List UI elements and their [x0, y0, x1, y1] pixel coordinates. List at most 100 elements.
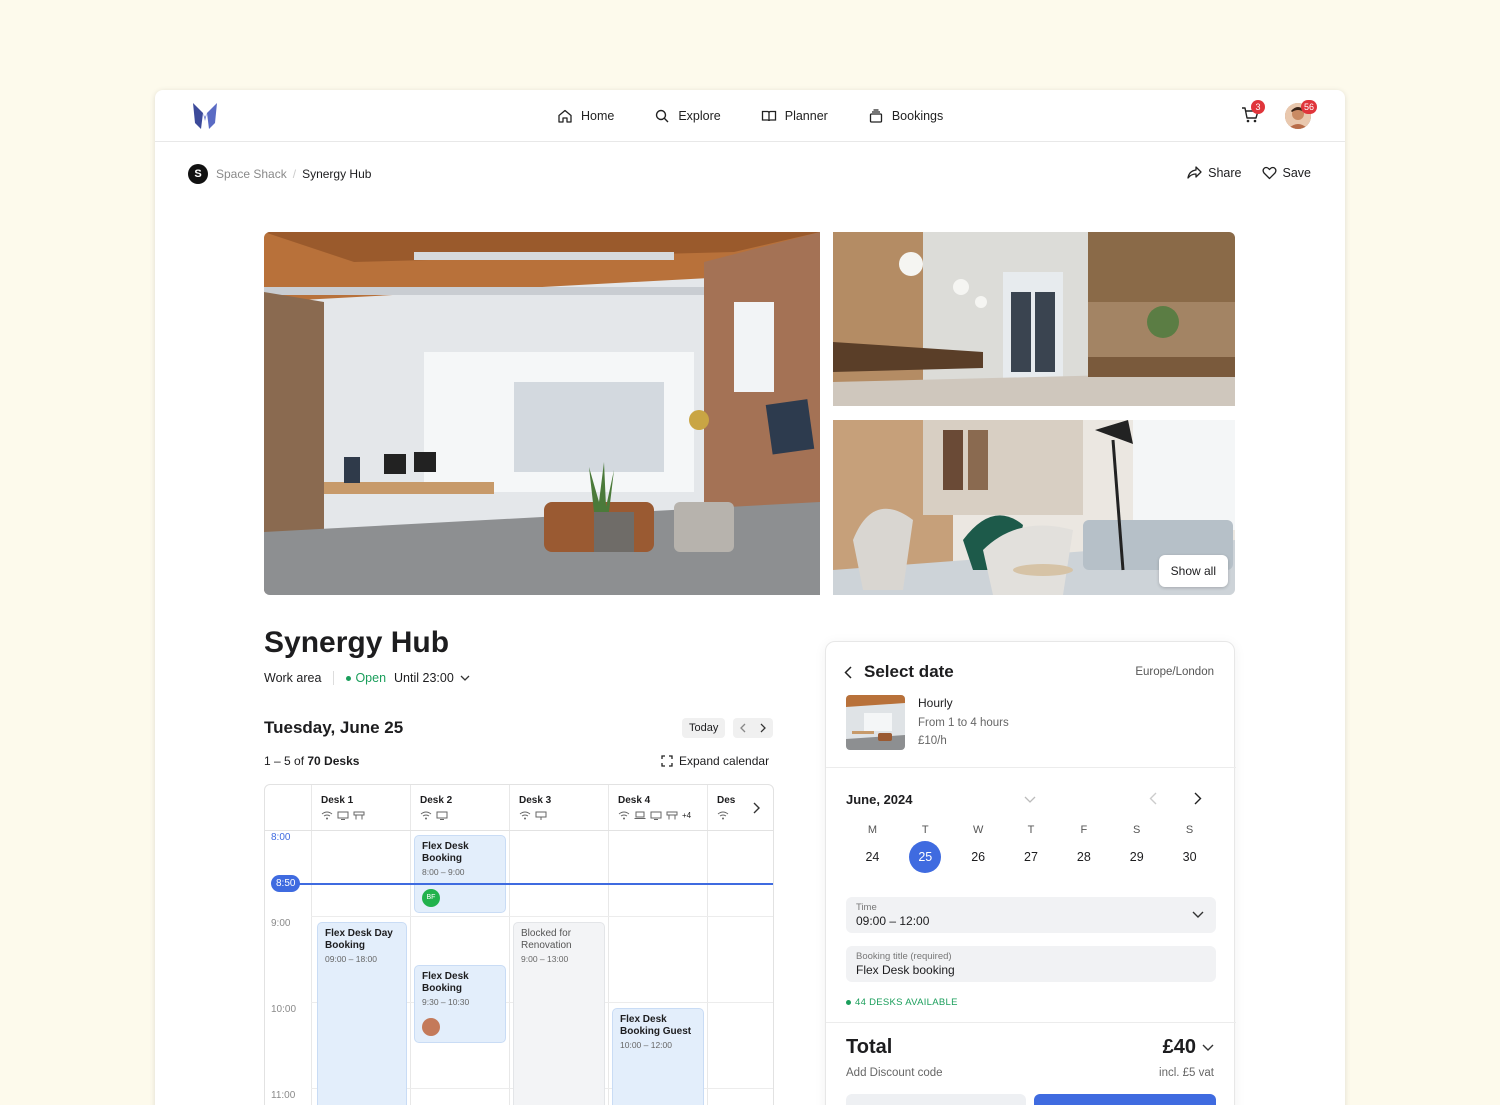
- event-time: 10:00 – 12:00: [620, 1040, 672, 1050]
- calendar-blocked-slot[interactable]: Blocked for Renovation 9:00 – 13:00: [513, 922, 605, 1105]
- discount-code-link[interactable]: Add Discount code: [846, 1067, 943, 1079]
- day-cell[interactable]: 26: [962, 841, 994, 873]
- cart-button[interactable]: 3: [1241, 100, 1265, 129]
- day-cell[interactable]: 27: [1015, 841, 1047, 873]
- event-time: 8:00 – 9:00: [422, 867, 465, 877]
- scroll-desks-right-icon[interactable]: [753, 802, 761, 814]
- prev-day-button[interactable]: [733, 718, 753, 738]
- nav-planner[interactable]: Planner: [761, 108, 828, 124]
- day-cell[interactable]: 30: [1174, 841, 1206, 873]
- next-week-icon[interactable]: [1194, 792, 1202, 805]
- day-cell[interactable]: 29: [1121, 841, 1153, 873]
- breadcrumb-parent[interactable]: Space Shack: [216, 167, 287, 181]
- desk-amenities: [420, 811, 448, 820]
- back-icon[interactable]: [844, 665, 852, 679]
- opening-hours-dropdown[interactable]: Until 23:00: [394, 671, 470, 685]
- weekday-label: T: [1027, 824, 1035, 836]
- nav-explore[interactable]: Explore: [654, 108, 721, 124]
- heart-icon: [1261, 166, 1277, 180]
- desk-column: [707, 785, 708, 1105]
- desk-header[interactable]: Desk 4: [618, 795, 650, 806]
- desk-header[interactable]: Des: [717, 795, 735, 806]
- total-label: Total: [846, 1036, 893, 1058]
- availability-status: 44 DESKS AVAILABLE: [846, 997, 958, 1008]
- desk-amenities: [519, 811, 547, 820]
- hour-gridline: [311, 916, 773, 917]
- nav-explore-label: Explore: [678, 109, 721, 123]
- desk-icon: [666, 811, 678, 820]
- breadcrumb-separator: /: [292, 167, 297, 181]
- desk-header[interactable]: Desk 2: [420, 795, 452, 806]
- wifi-icon: [519, 811, 531, 820]
- share-label: Share: [1208, 166, 1242, 180]
- venue-title: Synergy Hub: [264, 626, 450, 659]
- desk-amenities: [717, 811, 729, 820]
- stack-icon: [869, 109, 882, 123]
- total-price[interactable]: £40: [1163, 1036, 1214, 1059]
- desk-header[interactable]: Desk 3: [519, 795, 551, 806]
- office-thumbnail: [846, 695, 905, 750]
- week-days: 24 25 26 27 28 29 30: [846, 841, 1216, 873]
- chevron-down-icon: [460, 675, 470, 681]
- day-cell-selected[interactable]: 25: [909, 841, 942, 873]
- desk-column: [410, 785, 411, 1105]
- office-photo-corridor: [833, 232, 1235, 406]
- brand-logo[interactable]: [191, 101, 219, 136]
- nav-bookings[interactable]: Bookings: [868, 108, 943, 124]
- event-title: Flex Desk Day Booking: [325, 928, 393, 951]
- gallery-photo-corridor[interactable]: [833, 232, 1235, 406]
- current-time-line: [275, 883, 773, 885]
- booking-panel-title: Select date: [864, 662, 954, 681]
- calendar-event[interactable]: Flex Desk Booking 8:00 – 9:00 BF: [414, 835, 506, 913]
- monitor-icon: [436, 811, 448, 820]
- share-button[interactable]: Share: [1187, 166, 1242, 180]
- show-all-photos-button[interactable]: Show all: [1158, 555, 1228, 587]
- secondary-button[interactable]: [846, 1094, 1026, 1105]
- timezone-label[interactable]: Europe/London: [1135, 666, 1214, 678]
- day-cell[interactable]: 24: [856, 841, 888, 873]
- open-status: Open: [346, 671, 386, 685]
- desks-count-range: 1 – 5 of: [264, 754, 308, 768]
- save-button[interactable]: Save: [1261, 166, 1311, 180]
- desk-amenities: +4: [618, 811, 691, 820]
- chevron-down-icon: [1202, 1044, 1214, 1051]
- event-time: 09:00 – 18:00: [325, 954, 377, 964]
- booking-title-input[interactable]: Booking title (required) Flex Desk booki…: [846, 946, 1216, 982]
- day-cell[interactable]: 28: [1068, 841, 1100, 873]
- event-time: 9:30 – 10:30: [422, 997, 470, 1007]
- time-value: 09:00 – 12:00: [856, 914, 930, 928]
- time-select[interactable]: Time 09:00 – 12:00: [846, 897, 1216, 933]
- time-label: Time: [856, 902, 877, 913]
- desk-column: [608, 785, 609, 1105]
- calendar-event[interactable]: Flex Desk Booking Guest 10:00 – 12:00: [612, 1008, 704, 1105]
- expand-calendar-button[interactable]: Expand calendar: [661, 754, 769, 768]
- meta-divider: [333, 671, 335, 685]
- gallery-main-photo[interactable]: [264, 232, 820, 595]
- app-window: Home Explore Planner Bookings 3 56 S Spa…: [155, 90, 1345, 1105]
- hourly-rate: £10/h: [918, 735, 947, 747]
- weekday-label: M: [867, 824, 878, 836]
- weekday-label: S: [1133, 824, 1141, 836]
- event-title: Flex Desk Booking: [422, 841, 469, 864]
- calendar-event[interactable]: Flex Desk Day Booking 09:00 – 18:00: [317, 922, 407, 1105]
- next-day-button[interactable]: [753, 718, 773, 738]
- today-button[interactable]: Today: [682, 718, 726, 738]
- office-photo-main: [264, 232, 820, 595]
- calendar-day-title: Tuesday, June 25: [264, 718, 404, 737]
- calendar-event[interactable]: Flex Desk Booking 9:30 – 10:30: [414, 965, 506, 1043]
- nav-home[interactable]: Home: [557, 108, 614, 124]
- space-shack-logo: S: [188, 164, 208, 184]
- chevron-right-icon: [760, 723, 766, 733]
- hour-label: 11:00: [271, 1090, 296, 1101]
- monitor-icon: [337, 811, 349, 820]
- primary-button[interactable]: [1034, 1094, 1216, 1105]
- desk-amenities: [321, 811, 365, 820]
- month-dropdown-icon[interactable]: [1024, 796, 1036, 803]
- event-title: Blocked for Renovation: [521, 928, 572, 951]
- breadcrumb-current: Synergy Hub: [302, 167, 372, 181]
- gallery-photo-lounge[interactable]: Show all: [833, 420, 1235, 595]
- desk-header[interactable]: Desk 1: [321, 795, 353, 806]
- hour-label: 10:00: [271, 1004, 297, 1015]
- prev-week-icon[interactable]: [1149, 792, 1157, 805]
- notifications-badge[interactable]: 56: [1301, 100, 1318, 114]
